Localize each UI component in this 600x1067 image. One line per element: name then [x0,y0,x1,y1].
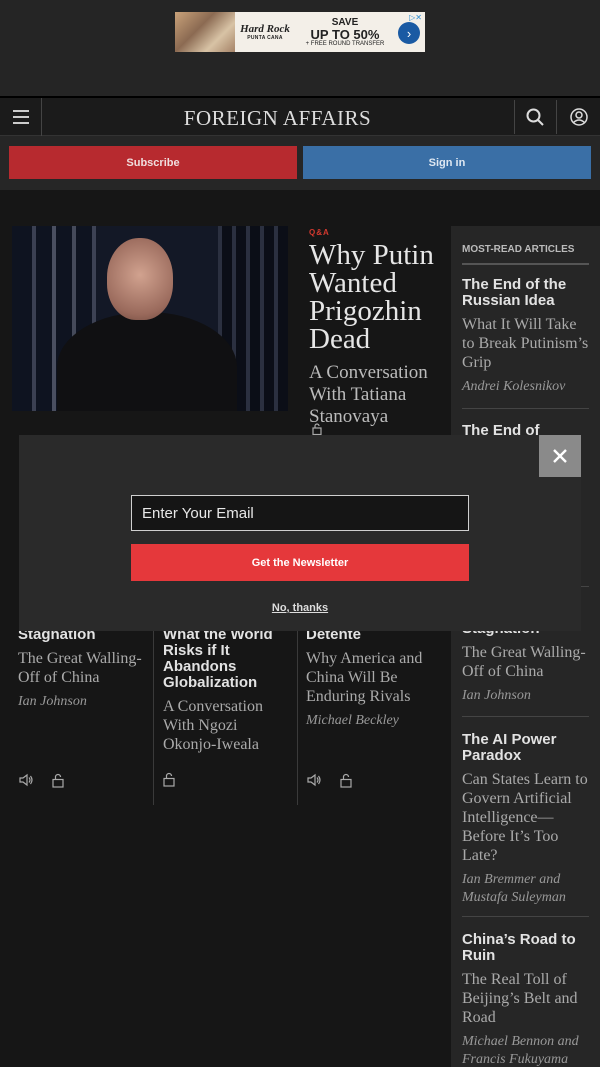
sidebar-article-author: Ian Bremmer and Mustafa Suleyman [462,872,566,905]
subscribe-button[interactable]: Subscribe [9,146,297,179]
sidebar-article[interactable]: China’s Road to Ruin The Real Toll of Be… [462,932,589,1067]
hero-kicker: Q&A [309,228,330,237]
no-thanks-link[interactable]: No, thanks [0,602,600,614]
unlock-icon [163,772,175,792]
hero-title[interactable]: Why Putin Wanted Prigozhin Dead [309,241,449,354]
ad-strip: Hard Rock PUNTA CANA SAVE UP TO 50% + FR… [0,0,600,96]
divider [462,408,589,409]
article-author: Michael Beckley [306,713,399,728]
article-card[interactable]: What the World Risks if It Abandons Glob… [163,627,291,754]
sidebar-article-author: Michael Bennon and Francis Fukuyama [462,1034,579,1067]
divider [462,916,589,917]
ad-brand-location: PUNTA CANA [247,35,283,41]
auth-row: Subscribe Sign in [0,136,600,190]
hero-image[interactable] [12,226,288,411]
most-read-sidebar: MOST-READ ARTICLES The End of the Russia… [451,226,600,1067]
sidebar-article-dek: The Great Walling-Off of China [462,644,586,680]
sidebar-article-title[interactable]: The AI Power Paradox [462,732,589,764]
article-icons [18,772,64,793]
ad-offer-line2: UP TO 50% [310,26,380,42]
article-dek: A Conversation With Ngozi Okonjo-Iweala [163,698,263,753]
search-icon[interactable] [514,100,554,134]
article-card[interactable]: Stagnation The Great Walling-Off of Chin… [18,627,146,711]
sidebar-article[interactable]: The AI Power Paradox Can States Learn to… [462,732,589,907]
ad-offer-line1: SAVE [331,16,359,28]
ad-photo [175,12,235,52]
sidebar-article[interactable]: Stagnation The Great Walling-Off of Chin… [462,621,589,705]
sign-in-button[interactable]: Sign in [303,146,591,179]
sidebar-article[interactable]: The End of the Russian Idea What It Will… [462,277,589,396]
email-input[interactable] [131,495,469,531]
ad-banner[interactable]: Hard Rock PUNTA CANA SAVE UP TO 50% + FR… [175,12,425,52]
adchoices-icon[interactable]: ▷✕ [409,13,422,22]
ad-brand: Hard Rock PUNTA CANA [235,12,295,52]
unlock-icon [340,773,352,793]
audio-icon[interactable] [18,772,34,793]
article-dek: Why America and China Will Be Enduring R… [306,650,423,705]
sidebar-article-title[interactable]: The End of the Russian Idea [462,277,589,309]
article-icons [306,772,352,793]
chevron-right-icon[interactable]: › [398,22,420,44]
ad-offer-line3: + FREE ROUND TRANSFER [305,40,385,47]
ad-brand-name: Hard Rock [240,23,290,35]
article-icons [163,772,175,792]
site-header: FOREIGN AFFAIRS [0,96,600,136]
most-read-heading: MOST-READ ARTICLES [462,244,589,265]
article-title[interactable]: What the World Risks if It Abandons Glob… [163,627,291,691]
article-card[interactable]: Detente Why America and China Will Be En… [306,627,436,730]
sidebar-article-dek: Can States Learn to Govern Artificial In… [462,771,588,864]
sidebar-article-author: Ian Johnson [462,688,531,703]
site-logo[interactable]: FOREIGN AFFAIRS [0,106,555,131]
divider [297,627,298,805]
divider [153,627,154,805]
unlock-icon [52,773,64,793]
user-account-icon[interactable] [556,100,600,134]
sidebar-article-dek: The Real Toll of Beijing’s Belt and Road [462,971,578,1026]
get-newsletter-button[interactable]: Get the Newsletter [131,544,469,581]
ad-offer: SAVE UP TO 50% + FREE ROUND TRANSFER [295,12,395,52]
sidebar-article-dek: What It Will Take to Break Putinism’s Gr… [462,316,589,371]
audio-icon[interactable] [306,772,322,793]
sidebar-article-author: Andrei Kolesnikov [462,379,566,394]
sidebar-article-title[interactable]: China’s Road to Ruin [462,932,589,964]
close-icon[interactable] [539,435,581,477]
hero-dek: A Conversation With Tatiana Stanovaya [309,362,428,427]
divider [462,716,589,717]
article-dek: The Great Walling-Off of China [18,650,142,686]
article-author: Ian Johnson [18,694,87,709]
